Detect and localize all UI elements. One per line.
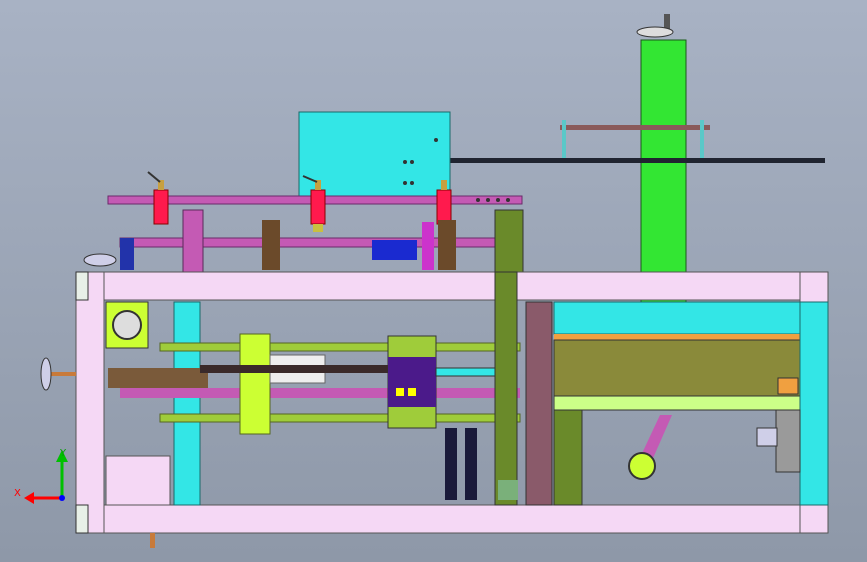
drive-block [387, 335, 437, 429]
bottom-foot [150, 533, 155, 548]
vertical-olive-strip [494, 271, 518, 506]
right-olive-body [553, 339, 801, 397]
right-cyan-post [799, 301, 829, 506]
right-lime-shelf [553, 395, 801, 411]
z-axis-dot [59, 495, 65, 501]
orange-sensor [777, 377, 799, 395]
cad-viewport[interactable]: Y X [0, 0, 867, 562]
cylinder-tube [435, 367, 501, 377]
lead-screw [200, 365, 390, 373]
x-axis-label: X [14, 488, 21, 499]
left-knob [83, 253, 117, 267]
gear-wheel [112, 310, 142, 340]
vertical-brown-strip [525, 301, 553, 506]
bracket-left [262, 220, 280, 270]
right-green-leg [553, 409, 583, 506]
right-motor [775, 409, 801, 473]
cyan-hopper-tank [298, 111, 451, 203]
bracket-right [438, 220, 456, 270]
swing-wheel [628, 452, 656, 480]
cyan-post-left [173, 301, 201, 506]
left-motor-mount [120, 238, 134, 270]
lime-carriage-plate [239, 333, 271, 435]
right-olive-plate [494, 209, 524, 273]
left-side-bracket [182, 209, 204, 276]
magenta-slider [422, 222, 434, 270]
lower-left-box [105, 455, 171, 506]
motor-bracket [756, 427, 778, 447]
right-orange-strip [554, 334, 800, 340]
y-axis-label: Y [59, 448, 67, 459]
blue-clamp [372, 240, 417, 260]
right-cyan-panel [553, 301, 801, 335]
